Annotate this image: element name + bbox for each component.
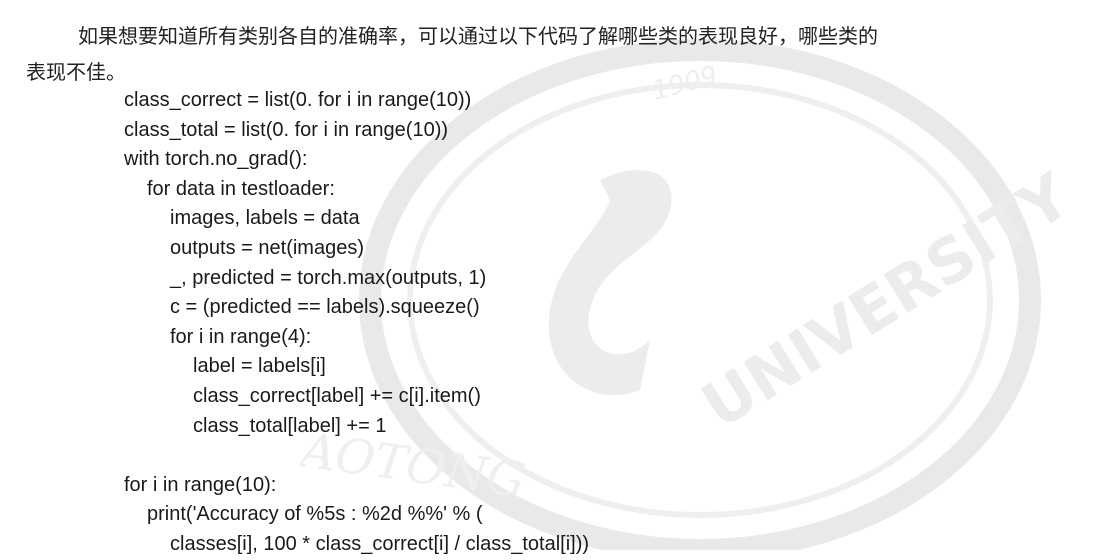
code-line: c = (predicted == labels).squeeze() — [170, 296, 480, 319]
code-line: class_total[label] += 1 — [193, 414, 387, 437]
watermark-year-text: 1909 — [649, 61, 721, 107]
code-line: images, labels = data — [170, 207, 360, 230]
intro-line-1: 如果想要知道所有类别各自的准确率，可以通过以下代码了解哪些类的表现良好，哪些类的 — [78, 24, 878, 48]
code-line: class_correct[label] += c[i].item() — [193, 384, 481, 407]
code-line: with torch.no_grad(): — [124, 148, 308, 171]
code-line: for data in testloader: — [147, 177, 335, 200]
code-line: for i in range(10): — [124, 473, 277, 496]
code-line: _, predicted = torch.max(outputs, 1) — [170, 266, 487, 289]
code-line: classes[i], 100 * class_correct[i] / cla… — [170, 532, 590, 555]
intro-line-2: 表现不佳。 — [26, 60, 126, 84]
code-block: class_correct = list(0. for i in range(1… — [124, 86, 589, 560]
code-line: print('Accuracy of %5s : %2d %%' % ( — [147, 503, 483, 526]
code-line: class_correct = list(0. for i in range(1… — [124, 89, 472, 111]
code-line: for i in range(4): — [170, 325, 312, 348]
watermark-university-text: UNIVERSITY — [689, 159, 1060, 443]
code-line: outputs = net(images) — [170, 236, 364, 259]
code-line: class_total = list(0. for i in range(10)… — [124, 118, 449, 141]
code-line: label = labels[i] — [193, 355, 326, 378]
